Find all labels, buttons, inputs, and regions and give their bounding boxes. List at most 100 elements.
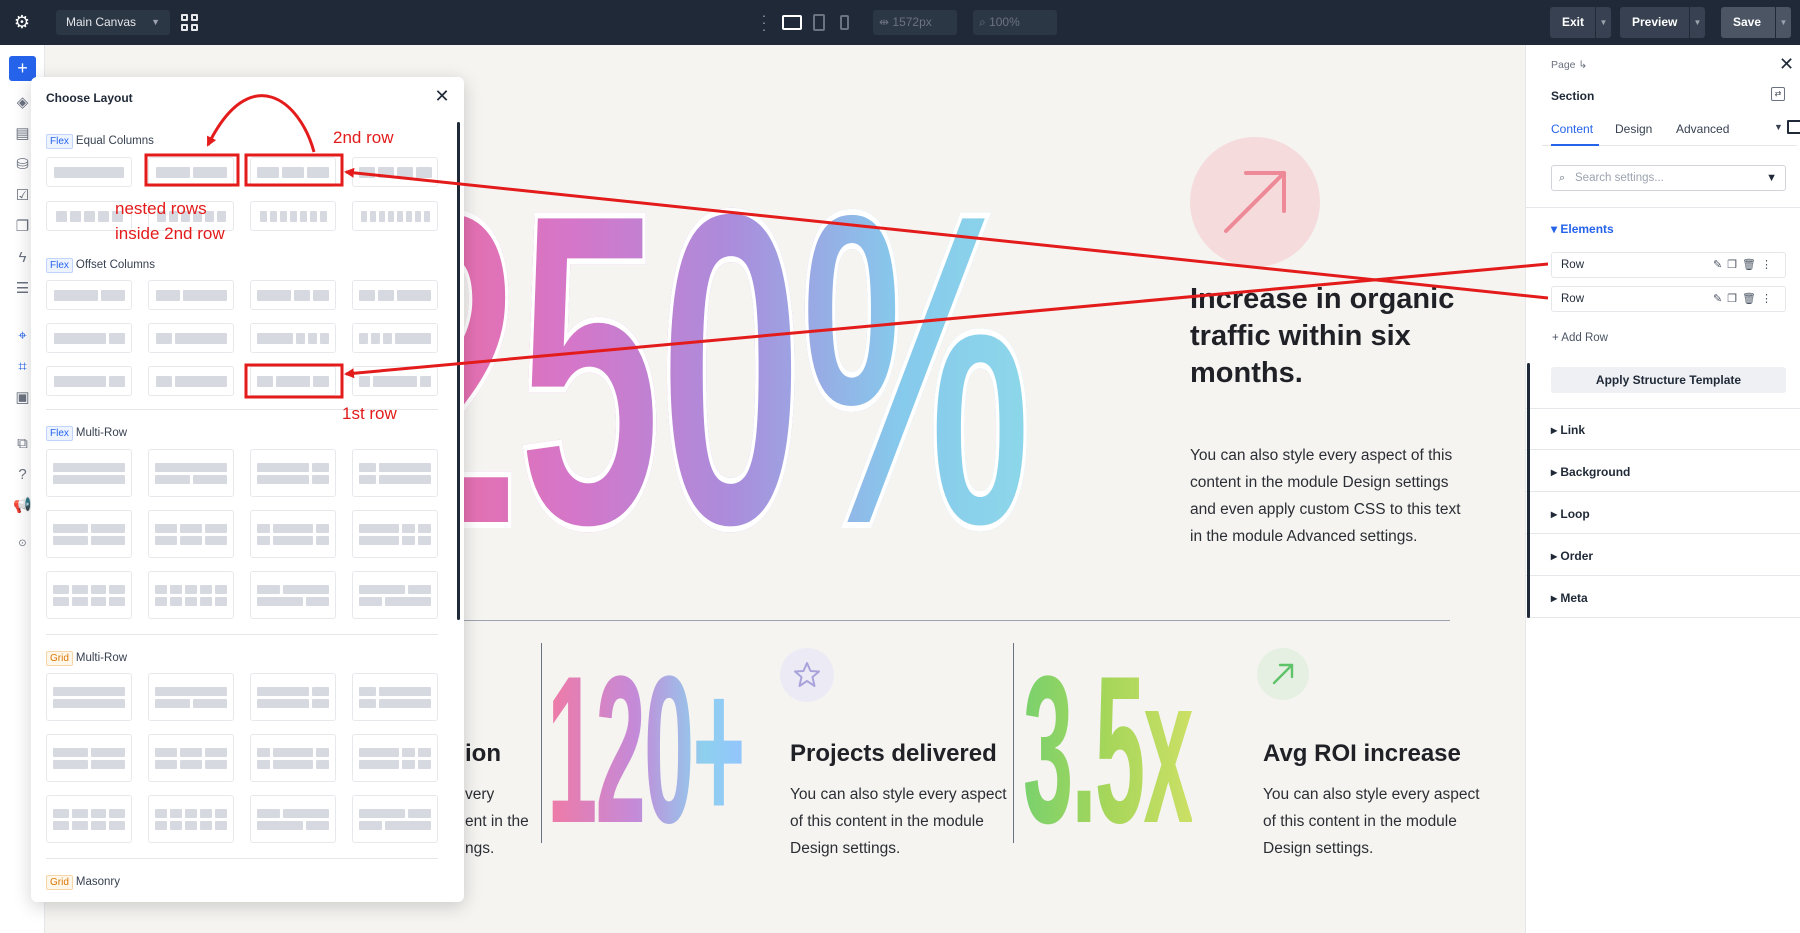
layout-option[interactable] (352, 201, 438, 231)
tab-design[interactable]: Design (1615, 120, 1652, 146)
zoom-field[interactable]: ⌕ 100% (973, 10, 1057, 35)
phone-view-icon[interactable] (840, 15, 849, 30)
modal-scrollbar[interactable] (457, 122, 460, 620)
layout-option[interactable] (250, 510, 336, 558)
layout-option[interactable] (352, 157, 438, 187)
elements-accordion[interactable]: ▾ Elements (1551, 222, 1614, 236)
apply-structure-template-button[interactable]: Apply Structure Template (1551, 367, 1786, 393)
layout-option[interactable] (250, 734, 336, 782)
image-icon[interactable]: ▣ (13, 389, 32, 407)
filter-icon[interactable]: ▼ (1766, 166, 1777, 190)
layout-option[interactable] (46, 734, 132, 782)
windows-icon[interactable]: ⧉ (13, 435, 32, 453)
layout-option[interactable] (352, 323, 438, 353)
exit-button[interactable]: Exit ▼ (1550, 7, 1611, 38)
accordion-loop[interactable]: ▸ Loop (1551, 507, 1590, 521)
grid-view-icon[interactable] (181, 14, 198, 31)
layout-option[interactable] (46, 157, 132, 187)
cursor-select-icon[interactable]: ⌖ (13, 327, 32, 345)
section-settings-icon[interactable]: ⇄ (1771, 87, 1785, 101)
close-icon[interactable]: ✕ (1779, 54, 1794, 75)
exit-dropdown-icon[interactable]: ▼ (1595, 7, 1611, 38)
panel-scrollbar[interactable] (1527, 363, 1530, 618)
accordion-background[interactable]: ▸ Background (1551, 465, 1630, 479)
list-icon[interactable]: ☰ (13, 280, 32, 298)
tab-advanced[interactable]: Advanced (1676, 120, 1729, 146)
tablet-view-icon[interactable] (813, 14, 825, 31)
drag-handle-icon[interactable]: · · · (761, 8, 767, 36)
preview-button[interactable]: Preview ▼ (1620, 7, 1705, 38)
save-button[interactable]: Save ▼ (1721, 7, 1791, 38)
layout-option[interactable] (352, 366, 438, 396)
layout-option[interactable] (148, 734, 234, 782)
layout-option[interactable] (250, 571, 336, 619)
layout-option[interactable] (46, 280, 132, 310)
layout-option[interactable] (148, 449, 234, 497)
layout-option[interactable] (148, 323, 234, 353)
database-icon[interactable]: ⛁ (13, 156, 32, 174)
library-icon[interactable]: ▤ (13, 125, 32, 143)
layout-option[interactable] (148, 571, 234, 619)
box-view-icon[interactable] (1787, 120, 1800, 134)
row-actions[interactable]: ✎❐🗑⋮ (1713, 253, 1777, 277)
add-row-button[interactable]: + Add Row (1552, 332, 1608, 344)
layout-option[interactable] (250, 323, 336, 353)
save-dropdown-icon[interactable]: ▼ (1775, 7, 1791, 38)
layout-option[interactable] (46, 673, 132, 721)
layout-option[interactable] (250, 280, 336, 310)
chevron-down-icon[interactable]: ▼ (1774, 122, 1783, 132)
row-item[interactable]: Row ✎❐🗑⋮ (1551, 252, 1786, 278)
layers-icon[interactable]: ◈ (13, 94, 32, 112)
layout-option[interactable] (46, 366, 132, 396)
layout-option[interactable] (148, 366, 234, 396)
layout-option[interactable] (250, 201, 336, 231)
accordion-meta[interactable]: ▸ Meta (1551, 591, 1588, 605)
layout-option[interactable] (352, 449, 438, 497)
accordion-order[interactable]: ▸ Order (1551, 549, 1593, 563)
layout-option[interactable] (148, 795, 234, 843)
layout-option[interactable] (250, 673, 336, 721)
forms-icon[interactable]: ☑ (13, 187, 32, 205)
row-item[interactable]: Row ✎❐🗑⋮ (1551, 286, 1786, 312)
canvas-selector[interactable]: Main Canvas ▼ (56, 10, 170, 35)
breadcrumb-arrow-icon: ↳ (1578, 59, 1588, 71)
layout-option[interactable] (352, 734, 438, 782)
cursor-multiselect-icon[interactable]: ⌗ (13, 358, 32, 376)
layout-option[interactable] (352, 280, 438, 310)
toggle-icon[interactable]: ⊙ (13, 535, 32, 553)
canvas-width-field[interactable]: ⇹ 1572px (873, 10, 957, 35)
pages-icon[interactable]: ❐ (13, 218, 32, 236)
layout-option[interactable] (46, 571, 132, 619)
layout-option[interactable] (250, 795, 336, 843)
layout-option[interactable] (148, 673, 234, 721)
megaphone-icon[interactable]: 📢 (13, 497, 32, 515)
layout-option[interactable] (352, 795, 438, 843)
settings-gear-icon[interactable]: ⚙ (12, 12, 32, 32)
layout-option[interactable] (46, 449, 132, 497)
layout-option[interactable] (250, 157, 336, 187)
layout-option[interactable] (46, 323, 132, 353)
top-toolbar: ⚙ Main Canvas ▼ · · · ⇹ 1572px ⌕ 100% Exit… (0, 0, 1800, 45)
layout-option[interactable] (352, 673, 438, 721)
layout-option[interactable] (250, 449, 336, 497)
accordion-link[interactable]: ▸ Link (1551, 423, 1585, 437)
layout-option[interactable] (46, 510, 132, 558)
desktop-view-icon[interactable] (782, 15, 802, 30)
breadcrumb[interactable]: Page ↳ (1551, 59, 1587, 71)
layout-option[interactable] (352, 571, 438, 619)
layout-option[interactable] (46, 795, 132, 843)
close-icon[interactable]: ✕ (434, 86, 450, 107)
layout-option[interactable] (148, 280, 234, 310)
help-icon[interactable]: ? (13, 466, 32, 484)
search-input[interactable]: ⌕ Search settings... ▼ (1551, 165, 1786, 191)
stat0-desc-line: ngs. (465, 840, 495, 857)
layout-option[interactable] (148, 510, 234, 558)
layout-option[interactable] (148, 157, 234, 187)
add-element-icon[interactable]: + (9, 56, 36, 81)
row-actions[interactable]: ✎❐🗑⋮ (1713, 287, 1777, 311)
lightning-icon[interactable]: ϟ (13, 249, 32, 267)
layout-option[interactable] (250, 366, 336, 396)
preview-dropdown-icon[interactable]: ▼ (1689, 7, 1705, 38)
layout-option[interactable] (352, 510, 438, 558)
tab-content[interactable]: Content (1551, 120, 1599, 146)
